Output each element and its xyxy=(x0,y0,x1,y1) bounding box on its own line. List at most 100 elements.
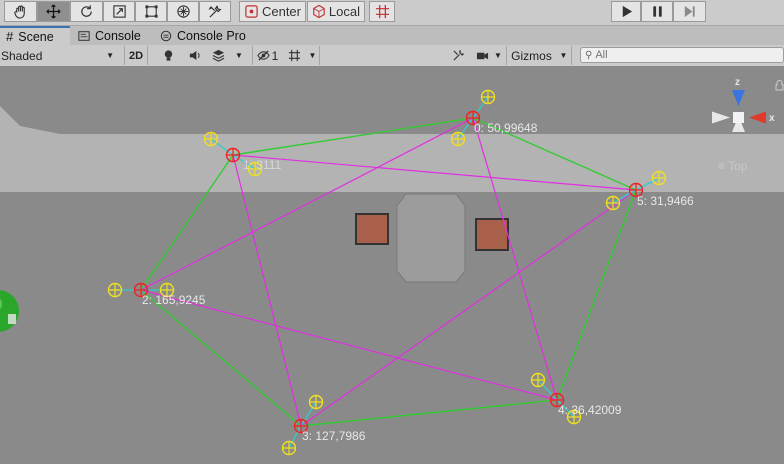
axis-z-label: z xyxy=(735,77,740,88)
scene-viewport[interactable]: 0: 50,99648 1: 3111 2: 165,9245 3: 127,7… xyxy=(0,66,784,464)
effects-toggle[interactable] xyxy=(208,46,228,65)
pivot-center-icon xyxy=(245,5,258,18)
console-icon xyxy=(78,30,90,41)
tab-scene[interactable]: # Scene xyxy=(0,26,70,45)
view-orientation-label[interactable]: ≡ Top xyxy=(718,159,748,173)
grid-icon xyxy=(288,49,300,62)
hand-tool-button[interactable] xyxy=(4,1,37,22)
pivot-local-button[interactable]: Local xyxy=(307,1,365,22)
scale-tool-icon xyxy=(112,5,126,18)
camera-icon xyxy=(476,52,488,60)
custom-tool-button[interactable] xyxy=(199,1,231,22)
pivot-center-button[interactable]: Center xyxy=(239,1,306,22)
node-label-3: 3: 127,7986 xyxy=(302,429,366,443)
road-surface xyxy=(0,106,784,192)
tab-console-pro-label: Console Pro xyxy=(177,28,246,43)
green-sphere-object[interactable] xyxy=(0,290,19,332)
scale-tool-button[interactable] xyxy=(103,1,135,22)
tangent-handle[interactable] xyxy=(281,440,297,456)
mode-2d-label: 2D xyxy=(128,49,144,62)
transform-tool-button[interactable] xyxy=(167,1,199,22)
node-label-4: 4: 36,42009 xyxy=(558,403,622,417)
grid-snap-button[interactable] xyxy=(369,1,395,22)
chevron-down-icon: ▼ xyxy=(494,51,502,60)
chevron-down-icon: ▼ xyxy=(559,51,568,60)
tangent-handle[interactable] xyxy=(480,89,496,105)
search-icon: ⚲ xyxy=(585,49,593,61)
tab-console[interactable]: Console xyxy=(72,26,152,45)
move-tool-icon xyxy=(46,4,61,19)
layers-icon xyxy=(212,49,224,62)
node-label-1: 1: 3111 xyxy=(243,158,282,172)
grid-toggle[interactable] xyxy=(284,46,304,65)
step-icon xyxy=(684,5,695,18)
speaker-icon xyxy=(189,50,200,61)
console-pro-icon xyxy=(160,30,172,41)
view-top-label: Top xyxy=(728,159,748,173)
scene-icon: # xyxy=(6,29,14,44)
local-space-icon xyxy=(313,4,325,19)
scene-canvas xyxy=(0,89,784,456)
gizmos-label: Gizmos xyxy=(511,48,552,63)
axis-x-label: x xyxy=(769,113,775,124)
grid-snap-icon xyxy=(375,4,389,19)
tangent-handle[interactable] xyxy=(651,170,667,186)
tangent-handle[interactable] xyxy=(107,282,123,298)
axis-x-cone[interactable] xyxy=(749,111,766,124)
axis-neg-x-cone[interactable] xyxy=(712,111,730,124)
scene-view-toolbar: Shaded ▼ 2D ▼ 1 ▼ ▼ Gizmos ▼ ⚲ xyxy=(0,45,784,67)
camera-toggle[interactable] xyxy=(472,46,492,65)
rect-tool-icon xyxy=(144,5,158,18)
tangent-handle[interactable] xyxy=(308,394,324,410)
scene-search[interactable]: ⚲ xyxy=(580,47,784,63)
tools-icon xyxy=(452,50,464,61)
hand-tool-icon xyxy=(14,5,25,19)
tab-console-pro[interactable]: Console Pro xyxy=(154,26,254,45)
node-label-2: 2: 165,9245 xyxy=(142,293,206,307)
pivot-local-label: Local xyxy=(328,4,360,19)
hidden-count: 1 xyxy=(271,48,279,63)
tangent-handle[interactable] xyxy=(530,372,546,388)
eye-crossed-icon xyxy=(256,50,270,61)
audio-toggle[interactable] xyxy=(184,46,204,65)
pause-button[interactable] xyxy=(641,1,673,22)
tangent-handle[interactable] xyxy=(450,131,466,147)
menu-icon: ≡ xyxy=(718,159,726,173)
gizmos-dropdown[interactable]: ▼ xyxy=(556,46,572,65)
rect-tool-button[interactable] xyxy=(135,1,167,22)
chevron-down-icon: ▼ xyxy=(106,51,114,60)
custom-tool-icon xyxy=(208,5,222,18)
gizmos-button[interactable]: Gizmos xyxy=(506,46,556,65)
draw-mode-label: Shaded xyxy=(1,48,43,63)
axis-z-cone[interactable] xyxy=(732,90,745,106)
play-button[interactable] xyxy=(611,1,641,22)
camera-dropdown[interactable]: ▼ xyxy=(492,46,504,65)
pause-icon xyxy=(652,6,662,17)
tangent-handle[interactable] xyxy=(203,131,219,147)
building-block xyxy=(396,193,466,283)
step-button[interactable] xyxy=(673,1,706,22)
crate-right xyxy=(475,218,509,251)
rotate-tool-button[interactable] xyxy=(70,1,103,22)
tab-console-label: Console xyxy=(95,28,141,43)
chevron-down-icon: ▼ xyxy=(308,51,317,60)
node-label-5: 5: 31,9466 xyxy=(637,194,694,208)
lock-icon[interactable] xyxy=(775,80,784,91)
grid-dropdown[interactable]: ▼ xyxy=(306,46,320,65)
lighting-toggle[interactable] xyxy=(158,46,178,65)
path-node-1[interactable] xyxy=(225,147,241,163)
mode-2d-toggle[interactable]: 2D xyxy=(124,46,148,65)
lightbulb-icon xyxy=(164,50,172,61)
move-tool-button[interactable] xyxy=(37,1,70,22)
tools-toggle[interactable] xyxy=(448,46,468,65)
chevron-down-icon: ▼ xyxy=(235,51,243,60)
pivot-center-label: Center xyxy=(261,4,301,19)
effects-dropdown[interactable]: ▼ xyxy=(232,46,246,65)
node-label-0: 0: 50,99648 xyxy=(474,121,538,135)
tangent-handle[interactable] xyxy=(605,195,621,211)
hidden-objects-toggle[interactable]: 1 xyxy=(252,46,282,65)
scene-search-input[interactable] xyxy=(595,49,766,61)
draw-mode-dropdown[interactable]: Shaded ▼ xyxy=(0,46,118,65)
transform-tool-icon xyxy=(176,5,190,18)
gizmo-center-cube[interactable] xyxy=(733,112,744,123)
